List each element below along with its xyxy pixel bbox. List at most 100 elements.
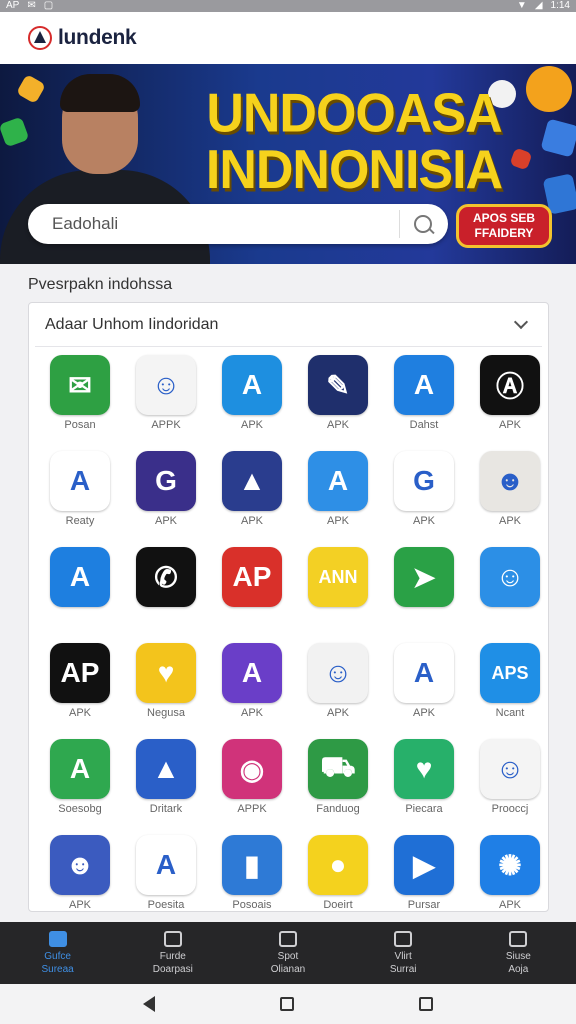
robot-mascot-icon[interactable]: ☺ [480, 739, 540, 799]
app-tile[interactable]: A Reaty [37, 451, 123, 547]
app-tile[interactable]: ▲ APK [209, 451, 295, 547]
sun-burst-icon[interactable]: ✺ [480, 835, 540, 895]
nav-item[interactable]: Spot Olianan [243, 930, 333, 976]
app-tile[interactable]: ☺ [467, 547, 553, 643]
ap-green-red-icon[interactable]: A [136, 835, 196, 895]
phone-icon[interactable]: ✆ [136, 547, 196, 607]
app-tile[interactable]: ➤ [381, 547, 467, 643]
green-a-icon[interactable]: A [50, 739, 110, 799]
app-tile[interactable]: ☻ APK [467, 451, 553, 547]
blue-triangle-icon[interactable]: A [50, 547, 110, 607]
app-tile[interactable]: ♥ Piecara [381, 739, 467, 835]
purple-a-icon[interactable]: A [222, 643, 282, 703]
app-tile[interactable]: ◉ APPK [209, 739, 295, 835]
chrome-like-icon[interactable]: ◉ [222, 739, 282, 799]
faces-icon[interactable]: ☺ [480, 547, 540, 607]
letter-a-icon[interactable]: A [50, 451, 110, 511]
app-glyph: ● [329, 849, 347, 880]
app-tile[interactable]: A APK [295, 451, 381, 547]
ap-burst-icon[interactable]: AP [50, 643, 110, 703]
search-input[interactable]: Eadohali [52, 214, 399, 234]
app-tile[interactable]: ☻ APK [37, 835, 123, 931]
nav-item[interactable]: Gufce Sureaa [13, 930, 103, 976]
ann-badge-icon[interactable]: ANN [308, 547, 368, 607]
blue-a-icon[interactable]: A [394, 643, 454, 703]
back-icon[interactable] [142, 996, 155, 1012]
app-tile[interactable]: ☺ APK [295, 643, 381, 739]
app-tile[interactable]: AP APK [37, 643, 123, 739]
a-badge-icon[interactable]: A [308, 451, 368, 511]
nav-item[interactable]: Vlirt Surrai [358, 930, 448, 976]
app-label: Piecara [405, 803, 443, 815]
app-tile[interactable]: ▮ Posoais [209, 835, 295, 931]
app-glyph: A [327, 465, 349, 496]
green-g-icon[interactable]: G [394, 451, 454, 511]
arrow-a-icon[interactable]: A [222, 355, 282, 415]
app-tile[interactable]: ☺ Prooccj [467, 739, 553, 835]
play-triangle-icon[interactable]: ▲ [222, 451, 282, 511]
app-tile[interactable]: APS Ncant [467, 643, 553, 739]
truck-icon[interactable]: ⛟ [308, 739, 368, 799]
person-photo-icon[interactable]: ☻ [480, 451, 540, 511]
app-tile[interactable]: A APK [209, 643, 295, 739]
nav-item[interactable]: Furde Doarpasi [128, 930, 218, 976]
search-icon[interactable] [414, 215, 432, 233]
app-tile[interactable]: A [37, 547, 123, 643]
app-tile[interactable]: ANN [295, 547, 381, 643]
signal-icon: ◢ [534, 0, 543, 11]
envelope-icon[interactable]: ✉ [50, 355, 110, 415]
hero-banner[interactable]: UNDOOASA INDNONISIA Eadohali APOS SEB FF… [0, 64, 576, 264]
fruit-icon[interactable]: ● [308, 835, 368, 895]
app-glyph: Ⓐ [495, 371, 524, 402]
app-label: Negusa [147, 707, 185, 719]
nav-item[interactable]: Siuse Aoja [473, 930, 563, 976]
app-glyph: ✎ [326, 369, 350, 401]
search-bar[interactable]: Eadohali [28, 204, 448, 244]
robot-mascot-icon[interactable]: ☺ [136, 355, 196, 415]
person-portrait-icon[interactable]: ☻ [50, 835, 110, 895]
app-label: APK [240, 707, 263, 719]
app-tile[interactable]: ✎ APK [295, 355, 381, 451]
app-glyph: ◉ [239, 753, 265, 785]
app-glyph: A [69, 753, 91, 784]
promo-badge-button[interactable]: APOS SEB FFAIDERY [456, 204, 552, 248]
app-tile[interactable]: A Dahst [381, 355, 467, 451]
app-tile[interactable]: ▶ Pursar [381, 835, 467, 931]
swirl-triangle-icon[interactable]: ▶ [394, 835, 454, 895]
recent-apps-icon[interactable] [419, 997, 434, 1011]
book-icon[interactable]: ▮ [222, 835, 282, 895]
cartoon-face-icon[interactable]: ☺ [308, 643, 368, 703]
app-tile[interactable]: ✆ [123, 547, 209, 643]
app-tile[interactable]: G APK [123, 451, 209, 547]
ap-red-icon[interactable]: AP [222, 547, 282, 607]
app-tile[interactable]: AP [209, 547, 295, 643]
home-button-icon[interactable] [279, 997, 294, 1011]
app-label: Posan [64, 419, 96, 431]
app-tile[interactable]: ♥ Negusa [123, 643, 209, 739]
app-glyph: A [69, 561, 91, 592]
green-arrow-icon[interactable]: ➤ [394, 547, 454, 607]
app-tile[interactable]: A APK [209, 355, 295, 451]
app-tile[interactable]: G APK [381, 451, 467, 547]
g-logo-icon[interactable]: G [136, 451, 196, 511]
app-tile[interactable]: ✉ Posan [37, 355, 123, 451]
red-pen-icon[interactable]: ✎ [308, 355, 368, 415]
app-tile[interactable]: ☺ APPK [123, 355, 209, 451]
heart-icon[interactable]: ♥ [136, 643, 196, 703]
chevron-down-icon[interactable] [513, 314, 529, 329]
anarchy-a-icon[interactable]: Ⓐ [480, 355, 540, 415]
app-tile[interactable]: ▲ Dritark [123, 739, 209, 835]
red-logo-icon[interactable]: A [394, 355, 454, 415]
app-tile[interactable]: A Poesita [123, 835, 209, 931]
app-tile[interactable]: A APK [381, 643, 467, 739]
app-tile[interactable]: ✺ APK [467, 835, 553, 931]
aps-icon[interactable]: APS [480, 643, 540, 703]
dropdown-label: Adaar Unhom Iindoridan [45, 315, 219, 333]
rainbow-triangle-icon[interactable]: ▲ [136, 739, 196, 799]
cloud-heart-icon[interactable]: ♥ [394, 739, 454, 799]
app-tile[interactable]: ⛟ Fanduog [295, 739, 381, 835]
app-tile[interactable]: Ⓐ APK [467, 355, 553, 451]
category-dropdown[interactable]: Adaar Unhom Iindoridan [35, 303, 542, 347]
app-tile[interactable]: ● Doeirt [295, 835, 381, 931]
app-tile[interactable]: A Soesobg [37, 739, 123, 835]
